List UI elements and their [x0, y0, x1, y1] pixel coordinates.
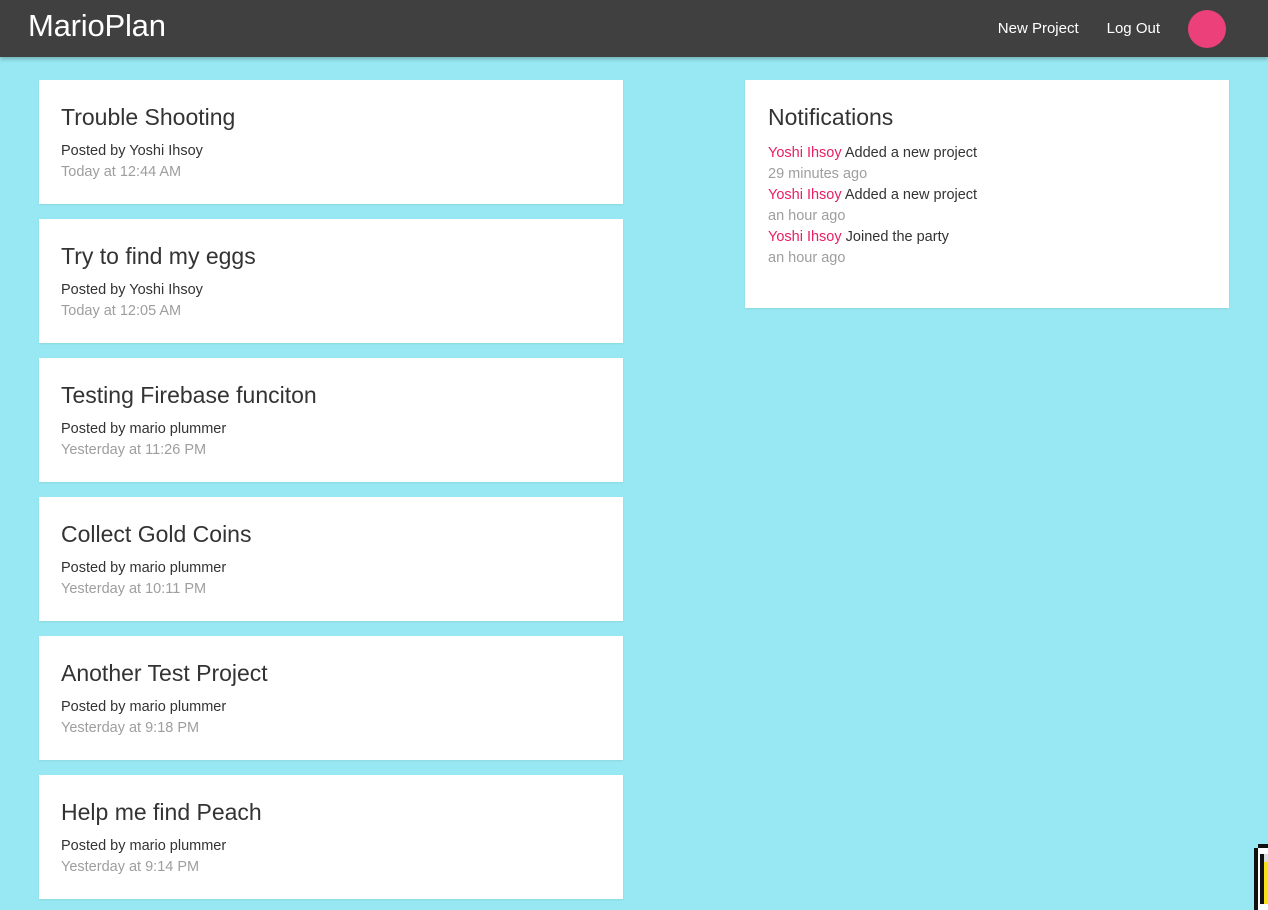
- project-author: Posted by Yoshi Ihsoy: [61, 282, 203, 298]
- notification-item: Yoshi Ihsoy Joined the party an hour ago: [768, 227, 1206, 269]
- project-title: Testing Firebase funciton: [61, 382, 317, 408]
- project-card[interactable]: Try to find my eggs Posted by Yoshi Ihso…: [39, 219, 623, 343]
- project-card[interactable]: Another Test Project Posted by mario plu…: [39, 636, 623, 760]
- notification-content: Added a new project: [844, 145, 978, 161]
- notification-user[interactable]: Yoshi Ihsoy: [768, 229, 842, 245]
- project-author: Posted by mario plummer: [61, 699, 227, 715]
- notification-item: Yoshi Ihsoy Added a new project 29 minut…: [768, 143, 1206, 185]
- project-date: Yesterday at 9:14 PM: [61, 859, 200, 875]
- notification-content: Added a new project: [844, 187, 978, 203]
- project-date: Yesterday at 9:18 PM: [61, 720, 200, 736]
- log-out-link[interactable]: Log Out: [1107, 20, 1160, 37]
- project-author: Posted by Yoshi Ihsoy: [61, 143, 203, 159]
- notification-time: an hour ago: [768, 208, 846, 224]
- project-title: Try to find my eggs: [61, 243, 256, 269]
- project-title: Trouble Shooting: [61, 104, 236, 130]
- notification-time: 29 minutes ago: [768, 166, 868, 182]
- project-date: Yesterday at 11:26 PM: [61, 442, 207, 458]
- notification-content: Joined the party: [845, 229, 949, 245]
- project-title: Help me find Peach: [61, 799, 262, 825]
- project-date: Yesterday at 10:11 PM: [61, 581, 207, 597]
- project-card[interactable]: Collect Gold Coins Posted by mario plumm…: [39, 497, 623, 621]
- notifications-title: Notifications: [768, 104, 894, 130]
- project-card[interactable]: Help me find Peach Posted by mario plumm…: [39, 775, 623, 899]
- project-date: Today at 12:44 AM: [61, 164, 182, 180]
- notifications-panel: Notifications Yoshi Ihsoy Added a new pr…: [745, 80, 1229, 308]
- brand-logo[interactable]: MarioPlan: [28, 8, 166, 44]
- project-author: Posted by mario plummer: [61, 838, 227, 854]
- project-list: Trouble Shooting Posted by Yoshi Ihsoy T…: [39, 80, 623, 910]
- project-card[interactable]: Trouble Shooting Posted by Yoshi Ihsoy T…: [39, 80, 623, 204]
- navbar: MarioPlan New Project Log Out: [0, 0, 1268, 57]
- notification-user[interactable]: Yoshi Ihsoy: [768, 145, 842, 161]
- notification-user[interactable]: Yoshi Ihsoy: [768, 187, 842, 203]
- project-date: Today at 12:05 AM: [61, 303, 182, 319]
- project-card[interactable]: Testing Firebase funciton Posted by mari…: [39, 358, 623, 482]
- project-author: Posted by mario plummer: [61, 421, 227, 437]
- notification-time: an hour ago: [768, 250, 846, 266]
- nav-links: New Project Log Out: [970, 0, 1226, 57]
- notification-item: Yoshi Ihsoy Added a new project an hour …: [768, 185, 1206, 227]
- new-project-link[interactable]: New Project: [998, 20, 1079, 37]
- avatar[interactable]: [1188, 9, 1226, 48]
- project-title: Another Test Project: [61, 660, 268, 686]
- project-author: Posted by mario plummer: [61, 560, 227, 576]
- pixel-mascot-icon[interactable]: [1254, 844, 1268, 910]
- project-title: Collect Gold Coins: [61, 521, 252, 547]
